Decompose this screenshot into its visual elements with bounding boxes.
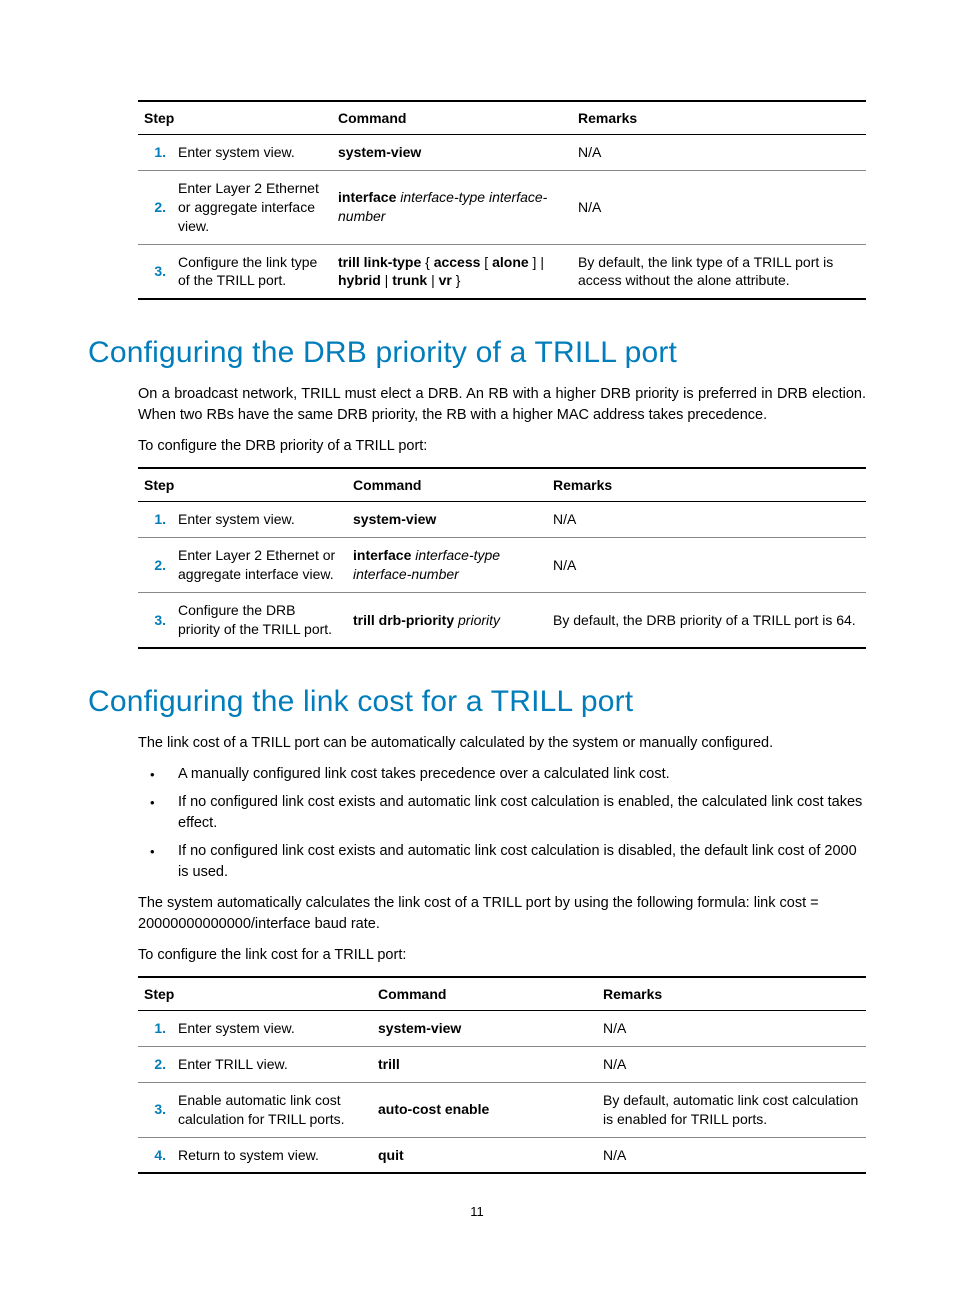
remarks-cell: N/A <box>572 135 866 171</box>
th-command: Command <box>372 977 597 1011</box>
step-num: 1. <box>138 502 172 538</box>
th-step: Step <box>138 468 347 502</box>
th-step: Step <box>138 977 372 1011</box>
table-row: 1. Enter system view. system-view N/A <box>138 502 866 538</box>
cmd-italic: priority <box>458 612 500 628</box>
table-link-cost: Step Command Remarks 1. Enter system vie… <box>138 976 866 1174</box>
para: The system automatically calculates the … <box>138 893 866 935</box>
table1-wrap: Step Command Remarks 1. Enter system vie… <box>88 100 866 300</box>
th-command: Command <box>347 468 547 502</box>
para: On a broadcast network, TRILL must elect… <box>138 384 866 426</box>
heading-drb-priority: Configuring the DRB priority of a TRILL … <box>88 336 866 370</box>
remarks-cell: N/A <box>547 502 866 538</box>
table-row: 2. Enter Layer 2 Ethernet or aggregate i… <box>138 170 866 244</box>
th-command: Command <box>332 101 572 135</box>
heading-link-cost: Configuring the link cost for a TRILL po… <box>88 685 866 719</box>
document-page: Step Command Remarks 1. Enter system vie… <box>0 0 954 1259</box>
step-num: 2. <box>138 170 172 244</box>
th-step: Step <box>138 101 332 135</box>
table-header-row: Step Command Remarks <box>138 468 866 502</box>
remarks-cell: By default, the link type of a TRILL por… <box>572 244 866 299</box>
step-desc: Enter Layer 2 Ethernet or aggregate inte… <box>172 170 332 244</box>
command-cell: quit <box>372 1137 597 1173</box>
table-row: 2. Enter TRILL view. trill N/A <box>138 1046 866 1082</box>
cmd-bold: auto-cost enable <box>378 1101 489 1117</box>
remarks-cell: N/A <box>572 170 866 244</box>
command-cell: interface interface-type interface-numbe… <box>347 538 547 593</box>
command-cell: auto-cost enable <box>372 1082 597 1137</box>
command-cell: trill <box>372 1046 597 1082</box>
step-desc: Return to system view. <box>172 1137 372 1173</box>
remarks-cell: N/A <box>597 1137 866 1173</box>
table-row: 1. Enter system view. system-view N/A <box>138 1010 866 1046</box>
command-cell: system-view <box>332 135 572 171</box>
list-item: If no configured link cost exists and au… <box>168 841 866 883</box>
cmd-bold: trill drb-priority <box>353 612 454 628</box>
table-row: 1. Enter system view. system-view N/A <box>138 135 866 171</box>
step-num: 3. <box>138 593 172 648</box>
remarks-cell: By default, the DRB priority of a TRILL … <box>547 593 866 648</box>
cmd-bold: system-view <box>338 144 421 160</box>
para: To configure the DRB priority of a TRILL… <box>138 436 866 457</box>
table-header-row: Step Command Remarks <box>138 101 866 135</box>
step-desc: Configure the link type of the TRILL por… <box>172 244 332 299</box>
th-remarks: Remarks <box>572 101 866 135</box>
table-row: 3. Configure the DRB priority of the TRI… <box>138 593 866 648</box>
step-desc: Configure the DRB priority of the TRILL … <box>172 593 347 648</box>
table-drb-priority: Step Command Remarks 1. Enter system vie… <box>138 467 866 648</box>
step-num: 1. <box>138 1010 172 1046</box>
remarks-cell: By default, automatic link cost calculat… <box>597 1082 866 1137</box>
step-num: 2. <box>138 538 172 593</box>
step-num: 3. <box>138 1082 172 1137</box>
list-item: A manually configured link cost takes pr… <box>168 764 866 785</box>
table-row: 3. Enable automatic link cost calculatio… <box>138 1082 866 1137</box>
table-row: 3. Configure the link type of the TRILL … <box>138 244 866 299</box>
command-cell: interface interface-type interface-numbe… <box>332 170 572 244</box>
cmd-bold: interface <box>338 189 396 205</box>
step-desc: Enter system view. <box>172 502 347 538</box>
para: To configure the link cost for a TRILL p… <box>138 945 866 966</box>
step-desc: Enter system view. <box>172 135 332 171</box>
page-number: 11 <box>88 1204 866 1219</box>
cmd-bold: system-view <box>378 1020 461 1036</box>
command-cell: system-view <box>347 502 547 538</box>
cmd-bold: trill <box>378 1056 400 1072</box>
bullet-list: A manually configured link cost takes pr… <box>138 764 866 883</box>
step-num: 1. <box>138 135 172 171</box>
command-cell: trill link-type { access [ alone ] | hyb… <box>332 244 572 299</box>
cmd-bold: interface <box>353 547 411 563</box>
step-desc: Enter TRILL view. <box>172 1046 372 1082</box>
section1-body: On a broadcast network, TRILL must elect… <box>88 384 866 649</box>
remarks-cell: N/A <box>547 538 866 593</box>
step-desc: Enable automatic link cost calculation f… <box>172 1082 372 1137</box>
para: The link cost of a TRILL port can be aut… <box>138 733 866 754</box>
cmd-bold: quit <box>378 1147 404 1163</box>
list-item: If no configured link cost exists and au… <box>168 792 866 834</box>
remarks-cell: N/A <box>597 1010 866 1046</box>
step-num: 3. <box>138 244 172 299</box>
table-header-row: Step Command Remarks <box>138 977 866 1011</box>
command-cell: system-view <box>372 1010 597 1046</box>
step-num: 4. <box>138 1137 172 1173</box>
table-link-type: Step Command Remarks 1. Enter system vie… <box>138 100 866 300</box>
remarks-cell: N/A <box>597 1046 866 1082</box>
th-remarks: Remarks <box>597 977 866 1011</box>
step-desc: Enter system view. <box>172 1010 372 1046</box>
command-cell: trill drb-priority priority <box>347 593 547 648</box>
section2-body: The link cost of a TRILL port can be aut… <box>88 733 866 1175</box>
cmd-bold: system-view <box>353 511 436 527</box>
table-row: 4. Return to system view. quit N/A <box>138 1137 866 1173</box>
step-desc: Enter Layer 2 Ethernet or aggregate inte… <box>172 538 347 593</box>
th-remarks: Remarks <box>547 468 866 502</box>
step-num: 2. <box>138 1046 172 1082</box>
table-row: 2. Enter Layer 2 Ethernet or aggregate i… <box>138 538 866 593</box>
